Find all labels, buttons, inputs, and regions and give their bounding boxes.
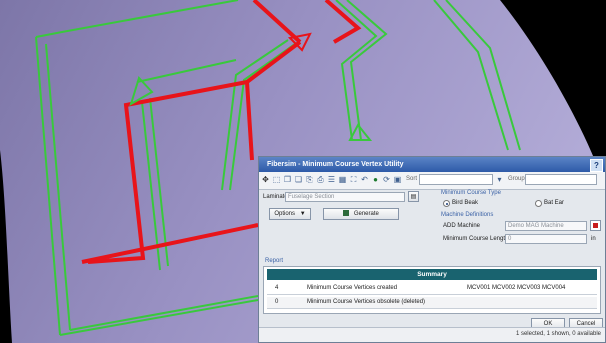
copy-icon[interactable]: ❐: [283, 175, 292, 185]
row-count: 0: [275, 299, 279, 305]
options-label: Options: [274, 211, 296, 217]
group-label: Group: [508, 176, 525, 182]
dialog-title: Fibersim - Minimum Course Vertex Utility: [267, 161, 404, 168]
toolbar: ✥ ⬚ ❐ ❏ ⎘ ⎙ ☰ ▦ ⛶ ↶ ● ⟳ ▣ Sort ▾ Group: [259, 172, 605, 190]
min-course-length-field[interactable]: 0: [505, 234, 587, 244]
dialog-titlebar[interactable]: Fibersim - Minimum Course Vertex Utility…: [259, 157, 605, 172]
add-machine-field[interactable]: Demo MAG Machine: [505, 221, 587, 231]
globe-icon[interactable]: ●: [371, 175, 380, 185]
unit-label: in: [591, 236, 596, 242]
undo-icon[interactable]: ↶: [360, 175, 369, 185]
bat-ear-radio[interactable]: [535, 200, 542, 207]
table-row[interactable]: 4 Minimum Course Vertices created MCV001…: [267, 283, 597, 295]
generate-icon: [343, 210, 350, 217]
group-field[interactable]: [525, 174, 597, 185]
sort-label: Sort: [406, 176, 418, 182]
row-description: Minimum Course Vertices obsolete (delete…: [307, 299, 426, 305]
report-title: Report: [265, 258, 284, 264]
bat-ear-label: Bat Ear: [544, 200, 565, 206]
table-row[interactable]: 0 Minimum Course Vertices obsolete (dele…: [267, 297, 597, 309]
add-machine-label: ADD Machine: [443, 223, 481, 229]
machine-icon: [593, 223, 598, 228]
laminate-field[interactable]: Fuselage Section: [285, 192, 405, 202]
generate-label: Generate: [353, 211, 379, 217]
cut-icon[interactable]: ⎘: [305, 175, 314, 185]
machine-definitions-title: Machine Definitions: [441, 212, 494, 218]
list-icon[interactable]: ☰: [327, 175, 336, 185]
sort-dropdown-icon[interactable]: ▾: [495, 175, 504, 185]
row-count: 4: [275, 285, 279, 291]
row-description: Minimum Course Vertices created: [307, 285, 398, 291]
rename-icon[interactable]: ⎙: [316, 175, 325, 185]
options-button[interactable]: Options ▼: [269, 208, 311, 220]
summary-header: Summary: [267, 269, 597, 280]
laminate-browse-button[interactable]: ▤: [408, 191, 419, 202]
refresh-icon[interactable]: ⟳: [382, 175, 391, 185]
generate-button[interactable]: Generate: [323, 208, 399, 220]
min-course-length-label: Minimum Course Length: [443, 236, 509, 242]
bird-beak-label: Bird Beak: [452, 200, 479, 206]
paste-icon[interactable]: ❏: [294, 175, 303, 185]
move-icon[interactable]: ✥: [261, 175, 270, 185]
screen-icon[interactable]: ▣: [393, 175, 402, 185]
status-bar: 1 selected, 1 shown, 0 available: [259, 327, 605, 342]
table-icon[interactable]: ▦: [338, 175, 347, 185]
binoculars-icon[interactable]: ⛶: [349, 175, 358, 185]
settings-panel: Laminate Fuselage Section ▤ Options ▼ Ge…: [263, 190, 603, 250]
laminate-label: Laminate: [263, 194, 288, 200]
new-icon[interactable]: ⬚: [272, 175, 281, 185]
help-button[interactable]: ?: [590, 159, 603, 172]
status-text: 1 selected, 1 shown, 0 available: [515, 331, 601, 337]
chevron-down-icon: ▼: [299, 211, 306, 217]
row-ids: MCV001 MCV002 MCV003 MCV004: [467, 285, 566, 291]
course-type-title: Minimum Course Type: [441, 190, 501, 196]
sort-field[interactable]: [419, 174, 493, 185]
bird-beak-radio[interactable]: [443, 200, 450, 207]
machine-pick-button[interactable]: [590, 220, 601, 231]
min-course-vertex-dialog[interactable]: Fibersim - Minimum Course Vertex Utility…: [258, 156, 606, 343]
